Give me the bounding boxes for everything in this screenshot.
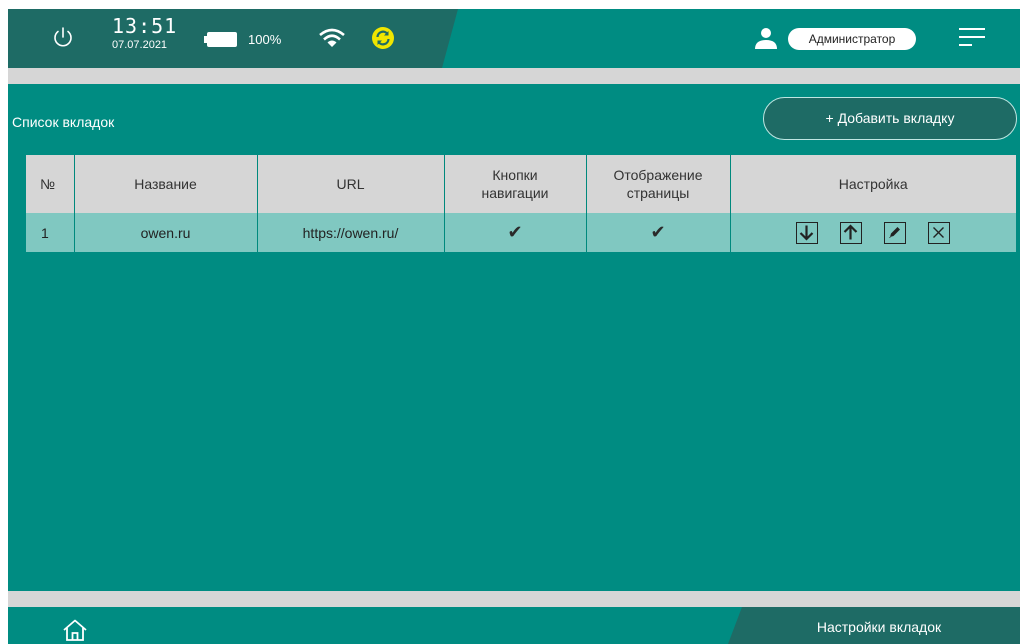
cell-num: 1	[26, 213, 74, 252]
tab-settings[interactable]: Настройки вкладок	[728, 607, 1020, 644]
col-url: URL	[256, 155, 444, 213]
app-window: 13:51 07.07.2021 100% Администратор Спис…	[8, 9, 1020, 644]
bottom-divider	[8, 591, 1020, 607]
cell-actions	[729, 213, 1016, 252]
table-row[interactable]: 1 owen.ru https://owen.ru/ ✔ ✔	[26, 213, 1016, 252]
check-icon: ✔	[507, 222, 523, 242]
col-name: Название	[73, 155, 257, 213]
col-nav-line2: навигации	[481, 185, 549, 201]
move-down-button[interactable]	[796, 221, 819, 244]
col-display-line2: страницы	[626, 185, 690, 201]
tabs-table: № Название URL Кнопки навигации Отображе…	[26, 155, 1016, 252]
check-icon: ✔	[650, 222, 666, 242]
arrow-down-icon	[800, 225, 814, 241]
col-num: №	[26, 155, 74, 213]
table-header-row: № Название URL Кнопки навигации Отображе…	[26, 155, 1016, 213]
col-nav-line1: Кнопки	[492, 167, 538, 183]
close-icon	[933, 226, 945, 238]
home-icon[interactable]	[62, 619, 88, 641]
top-divider	[8, 68, 1020, 84]
menu-icon[interactable]	[959, 25, 985, 49]
edit-icon	[889, 226, 901, 238]
power-icon[interactable]	[51, 25, 75, 49]
col-display-line1: Отображение	[613, 167, 703, 183]
battery-level: 100%	[248, 32, 282, 47]
section-title: Список вкладок	[12, 114, 115, 130]
user-icon	[755, 28, 777, 49]
clock: 13:51 07.07.2021	[112, 15, 177, 51]
cell-page-display: ✔	[585, 213, 730, 252]
wifi-icon	[319, 28, 345, 47]
cell-url: https://owen.ru/	[256, 213, 444, 252]
edit-button[interactable]	[884, 221, 907, 244]
cell-name: owen.ru	[73, 213, 257, 252]
delete-button[interactable]	[928, 221, 951, 244]
cell-nav-buttons: ✔	[443, 213, 586, 252]
clock-time: 13:51	[112, 14, 178, 38]
col-nav-buttons: Кнопки навигации	[443, 155, 586, 213]
sync-icon[interactable]	[371, 26, 395, 50]
battery-icon	[204, 32, 237, 47]
top-bar: 13:51 07.07.2021 100% Администратор	[8, 9, 1020, 68]
add-tab-button[interactable]: + Добавить вкладку	[763, 97, 1017, 140]
col-page-display: Отображение страницы	[585, 155, 730, 213]
arrow-up-icon	[844, 223, 858, 239]
move-up-button[interactable]	[840, 221, 863, 244]
user-badge[interactable]: Администратор	[788, 28, 916, 50]
clock-date: 07.07.2021	[112, 39, 168, 51]
col-settings: Настройка	[729, 155, 1016, 213]
bottom-bar: Настройки вкладок	[8, 607, 1020, 644]
